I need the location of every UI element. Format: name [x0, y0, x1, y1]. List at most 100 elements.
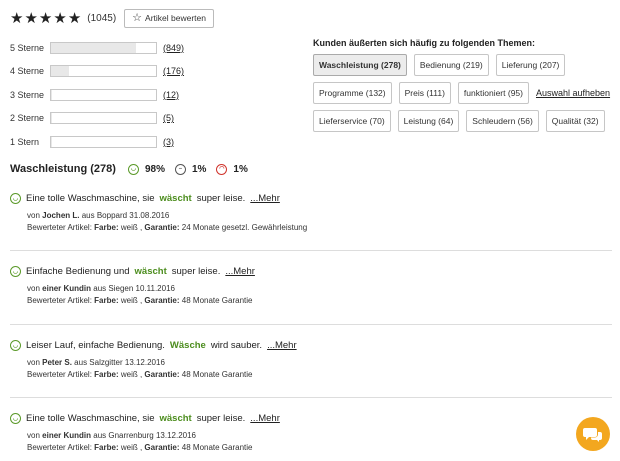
topic-tag-programme[interactable]: Programme (132)	[313, 82, 392, 104]
read-more-link[interactable]: ...Mehr	[225, 266, 255, 277]
topic-tag-bedienung[interactable]: Bedienung (219)	[413, 54, 489, 76]
topic-tag-row: Lieferservice (70) Leistung (64) Schleud…	[313, 110, 613, 132]
review-text: Einfache Bedienung und	[26, 266, 130, 277]
warranty-value: 48 Monate Garantie	[181, 370, 253, 380]
topic-filter-panel: Kunden äußerten sich häufig zu folgenden…	[313, 38, 613, 138]
rating-summary: ★ ★ ★ ★ ★ (1045) ☆ Artikel bewerten	[10, 8, 214, 28]
chat-button[interactable]	[576, 417, 610, 451]
distribution-label: 3 Sterne	[10, 89, 45, 100]
rate-article-button[interactable]: ☆ Artikel bewerten	[124, 8, 214, 28]
by-label: von	[27, 431, 40, 440]
topic-tag-funktioniert[interactable]: funktioniert (95)	[457, 82, 529, 104]
warranty-value: 48 Monate Garantie	[181, 296, 253, 306]
review-item: ◡ Einfache Bedienung und wäscht super le…	[10, 266, 612, 308]
distribution-row[interactable]: 3 Sterne (12)	[10, 83, 270, 107]
review-meta: von Jochen L. aus Boppard 31.08.2016 Bew…	[27, 210, 612, 235]
read-more-link[interactable]: ...Mehr	[250, 413, 280, 424]
star-icon: ★	[53, 9, 67, 27]
review-author: Peter S.	[42, 358, 72, 367]
topic-tag-qualitaet[interactable]: Qualität (32)	[545, 110, 605, 132]
rating-distribution: 5 Sterne (849) 4 Sterne (176) 3 Sterne (…	[10, 36, 270, 154]
warranty-label: Garantie:	[144, 296, 180, 306]
distribution-label: 1 Stern	[10, 136, 40, 147]
topic-tag-preis[interactable]: Preis (111)	[398, 82, 451, 104]
warranty-label: Garantie:	[144, 443, 180, 453]
review-text: super leise.	[196, 413, 246, 424]
review-author: einer Kundin	[42, 284, 92, 293]
divider	[10, 397, 612, 398]
distribution-bar	[50, 135, 157, 148]
sentiment-summary: Waschleistung (278) ◡ 98% – 1% ◠ 1%	[10, 163, 252, 175]
distribution-row[interactable]: 5 Sterne (849)	[10, 36, 270, 60]
topic-tag-row: Programme (132) Preis (111) funktioniert…	[313, 82, 613, 104]
divider	[10, 324, 612, 325]
distribution-count-link[interactable]: (5)	[163, 113, 174, 123]
distribution-row[interactable]: 1 Stern (3)	[10, 130, 270, 154]
warranty-value: 48 Monate Garantie	[181, 443, 253, 453]
rate-article-label: Artikel bewerten	[145, 13, 206, 23]
review-text: Leiser Lauf, einfache Bedienung.	[26, 340, 165, 351]
review-text: super leise.	[171, 266, 221, 277]
negative-percentage: 1%	[233, 163, 248, 175]
reset-selection-link[interactable]: Auswahl aufheben	[536, 88, 610, 98]
read-more-link[interactable]: ...Mehr	[250, 193, 280, 204]
smiley-happy-icon[interactable]: ◡	[127, 163, 139, 175]
color-value: weiß ,	[120, 443, 143, 453]
color-value: weiß ,	[120, 370, 143, 380]
review-total-count: (1045)	[87, 12, 117, 24]
smiley-happy-icon: ◡	[10, 340, 21, 351]
warranty-label: Garantie:	[144, 223, 180, 233]
distribution-row[interactable]: 4 Sterne (176)	[10, 60, 270, 84]
distribution-count-link[interactable]: (12)	[163, 90, 179, 100]
distribution-bar	[50, 112, 157, 125]
color-label: Farbe:	[94, 370, 119, 380]
star-icon: ★	[10, 9, 24, 27]
color-label: Farbe:	[94, 443, 119, 453]
review-highlight: Wäsche	[169, 340, 206, 351]
distribution-bar	[50, 65, 157, 78]
topic-tag-lieferservice[interactable]: Lieferservice (70)	[313, 110, 391, 132]
review-meta: von einer Kundin aus Siegen 10.11.2016 B…	[27, 283, 612, 308]
topic-tag-waschleistung[interactable]: Waschleistung (278)	[313, 54, 407, 76]
distribution-row[interactable]: 2 Sterne (5)	[10, 107, 270, 131]
star-outline-icon: ☆	[132, 11, 143, 24]
warranty-value: 24 Monate gesetzl. Gewährleistung	[181, 223, 308, 233]
review-text: super leise.	[196, 193, 246, 204]
review-meta: von einer Kundin aus Gnarrenburg 13.12.2…	[27, 430, 612, 455]
distribution-count-link[interactable]: (849)	[163, 43, 184, 53]
by-label: von	[27, 284, 40, 293]
distribution-label: 5 Sterne	[10, 42, 45, 53]
neutral-percentage: 1%	[191, 163, 207, 175]
smiley-sad-icon[interactable]: ◠	[216, 163, 228, 175]
topic-tag-schleudern[interactable]: Schleudern (56)	[466, 110, 539, 132]
review-snippet: ◡ Einfache Bedienung und wäscht super le…	[10, 266, 612, 277]
topic-tag-row: Waschleistung (278) Bedienung (219) Lief…	[313, 54, 613, 76]
review-origin: aus Gnarrenburg 13.12.2016	[93, 431, 197, 440]
distribution-bar	[50, 88, 157, 101]
chat-bubbles-icon	[583, 427, 602, 442]
review-text: wird sauber.	[210, 340, 263, 351]
color-value: weiß ,	[120, 223, 143, 233]
review-author: einer Kundin	[42, 431, 92, 440]
star-rating: ★ ★ ★ ★ ★	[10, 11, 81, 26]
review-highlight: wäscht	[159, 413, 192, 424]
by-label: von	[27, 211, 40, 220]
read-more-link[interactable]: ...Mehr	[267, 340, 297, 351]
review-item: ◡ Leiser Lauf, einfache Bedienung. Wäsch…	[10, 340, 612, 382]
color-label: Farbe:	[94, 296, 119, 306]
topic-tag-lieferung[interactable]: Lieferung (207)	[495, 54, 566, 76]
review-item: ◡ Eine tolle Waschmaschine, sie wäscht s…	[10, 413, 612, 455]
divider	[10, 250, 612, 251]
topic-tag-leistung[interactable]: Leistung (64)	[397, 110, 460, 132]
review-snippet: ◡ Eine tolle Waschmaschine, sie wäscht s…	[10, 413, 612, 424]
star-icon: ★	[38, 9, 53, 27]
color-label: Farbe:	[94, 223, 119, 233]
warranty-label: Garantie:	[144, 370, 180, 380]
topics-heading: Kunden äußerten sich häufig zu folgenden…	[313, 38, 536, 48]
review-snippet: ◡ Eine tolle Waschmaschine, sie wäscht s…	[10, 193, 612, 204]
distribution-label: 4 Sterne	[10, 66, 45, 77]
smiley-neutral-icon[interactable]: –	[174, 163, 186, 175]
distribution-count-link[interactable]: (3)	[163, 137, 174, 147]
star-icon: ★	[67, 9, 82, 27]
distribution-count-link[interactable]: (176)	[163, 66, 184, 76]
